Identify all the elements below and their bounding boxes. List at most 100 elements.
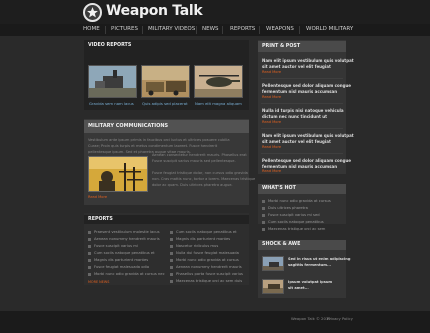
nav-separator — [142, 26, 143, 34]
body-text: non. Cras mattis nunc, tortor a lorem. M… — [152, 177, 256, 181]
nav-separator — [299, 26, 300, 34]
report-link[interactable]: Nulla dui fusce feugiat malesuada — [170, 251, 239, 255]
print-post-title: PRINT & POST — [258, 41, 346, 52]
report-link[interactable]: Maecenas tristique orci ac sem duis — [170, 279, 242, 283]
report-link[interactable]: Nascetur ridiculus mus — [170, 244, 218, 248]
post-title-link[interactable]: Nam elit ipsum vestibulum quis volutpat — [262, 133, 354, 138]
report-link[interactable]: Cum sociis natoque penatibus et — [88, 251, 155, 255]
whats-hot-title: WHAT'S HOT — [258, 184, 346, 194]
video-reports-title: VIDEO REPORTS — [84, 41, 249, 50]
post-title-link[interactable]: fermentum nisl mauris accumsan — [262, 89, 337, 94]
read-more-link[interactable]: Read More — [262, 145, 281, 149]
nav-military-videos[interactable]: MILITARY VIDEOS — [148, 26, 195, 32]
nav-separator — [259, 26, 260, 34]
nav-separator — [222, 26, 223, 34]
video-thumbnail[interactable] — [88, 65, 137, 98]
nav-world-military[interactable]: WORLD MILITARY — [306, 26, 353, 32]
report-link[interactable]: Aenean nonummy hendrerit mauris — [88, 237, 160, 241]
shock-title-link[interactable]: sit amet... — [288, 286, 309, 290]
bullet-icon — [262, 206, 265, 210]
post-title-link[interactable]: Nulla id turpis nisi natoque vehicula — [262, 108, 344, 113]
video-thumbnail[interactable] — [194, 65, 243, 98]
bullet-icon — [170, 230, 173, 234]
report-link[interactable]: Praesent vestibulum molestie lacus — [88, 230, 160, 234]
hot-item-link[interactable]: Maecenas tristique orci ac sem — [262, 227, 325, 231]
body-text: Curae; Proin quis turpis et metus condim… — [88, 144, 218, 148]
main-nav: HOME PICTURES MILITARY VIDEOS NEWS REPOR… — [0, 24, 430, 36]
report-link[interactable]: Magnis dis parturient montes — [88, 258, 148, 262]
report-link[interactable]: Phasellus porta fusce suscipit varius — [170, 272, 243, 276]
bullet-icon — [88, 244, 91, 248]
post-title-link[interactable]: dictum nec nunc tincidunt ut — [262, 114, 327, 119]
hot-item-link[interactable]: Morbi nunc odio gravida at cursus — [262, 199, 331, 203]
reports-title: REPORTS — [84, 215, 249, 224]
video-caption-link[interactable]: Nam elit magna aliquam — [195, 101, 242, 106]
divider — [261, 128, 343, 129]
bullet-icon — [88, 237, 91, 241]
nav-separator — [105, 26, 106, 34]
shock-title-link[interactable]: Ipsum volutpat ipsum — [288, 280, 332, 284]
site-logo-text[interactable]: Weapon Talk — [106, 3, 203, 19]
bullet-icon — [170, 279, 173, 283]
bullet-icon — [88, 230, 91, 234]
nav-news[interactable]: NEWS — [202, 26, 219, 32]
video-thumbnail[interactable] — [141, 65, 190, 98]
shock-awe-title: SHOCK & AWE — [258, 240, 346, 250]
divider — [261, 103, 343, 104]
bullet-icon — [170, 265, 173, 269]
video-caption-link[interactable]: Gravida sem nam lacus — [89, 101, 134, 106]
bullet-icon — [170, 258, 173, 262]
bullet-icon — [88, 258, 91, 262]
bullet-icon — [170, 272, 173, 276]
post-title-link[interactable]: sit amet auctor vel elit feugiat — [262, 64, 331, 69]
site-footer: Weapon Talk © 2010 Privacy Policy — [0, 311, 430, 333]
divider — [261, 78, 343, 79]
communications-image — [88, 156, 148, 192]
footer-copyright: Weapon Talk © 2010 — [291, 316, 331, 321]
bullet-icon — [170, 251, 173, 255]
nav-pictures[interactable]: PICTURES — [111, 26, 138, 32]
divider — [261, 153, 343, 154]
shock-title-link[interactable]: Sed in risus ut enim adipiscing — [288, 257, 350, 261]
report-link[interactable]: Magnis dis parturient montes — [170, 237, 230, 241]
video-caption-link[interactable]: Quis adipis sed placerat — [142, 101, 188, 106]
report-link[interactable]: Aenean nonummy hendrerit mauris — [170, 265, 242, 269]
star-logo-icon[interactable] — [83, 3, 102, 22]
read-more-link[interactable]: Read More — [88, 195, 107, 199]
bullet-icon — [88, 272, 91, 276]
report-link[interactable]: Cum sociis natoque penatibus et — [170, 230, 237, 234]
report-link[interactable]: Fusce feugiat malesuada odio — [88, 265, 149, 269]
post-title-link[interactable]: Pellentesque sed dolor aliquam congue — [262, 83, 351, 88]
hot-item-link[interactable]: Cum sociis natoque penatibus — [262, 220, 324, 224]
post-title-link[interactable]: Pellentesque sed dolor aliquam congue — [262, 158, 351, 163]
privacy-policy-link[interactable]: Privacy Policy — [327, 316, 353, 321]
nav-home[interactable]: HOME — [83, 26, 100, 32]
read-more-link[interactable]: Read More — [262, 70, 281, 74]
read-more-link[interactable]: Read More — [262, 120, 281, 124]
bullet-icon — [262, 199, 265, 203]
shock-thumbnail[interactable] — [262, 256, 284, 271]
body-text: Fusce feugiat tristique dolor, non cursu… — [152, 171, 248, 175]
read-more-link[interactable]: Read More — [262, 169, 281, 174]
report-link[interactable]: Fusce suscipit varius mi — [88, 244, 138, 248]
report-link[interactable]: Morbi nunc odio gravida at cursus nec — [88, 272, 165, 276]
bullet-icon — [170, 237, 173, 241]
shock-thumbnail[interactable] — [262, 279, 284, 294]
report-link[interactable]: Morbi nunc odio gravida at cursus — [170, 258, 239, 262]
bullet-icon — [88, 251, 91, 255]
hot-item-link[interactable]: Duis ultrices pharetra — [262, 206, 308, 210]
nav-separator — [196, 26, 197, 34]
military-communications-title: MILITARY COMMUNICATIONS — [84, 120, 249, 133]
hot-item-link[interactable]: Fusce suscipit varius mi sed — [262, 213, 320, 217]
bullet-icon — [262, 227, 265, 231]
post-title-link[interactable]: Nam elit ipsum vestibulum quis volutpat — [262, 58, 354, 63]
bullet-icon — [262, 220, 265, 224]
body-text: Aenean consectetur hendrerit mauris. Pha… — [152, 153, 247, 157]
nav-weapons[interactable]: WEAPONS — [266, 26, 294, 32]
shock-title-link[interactable]: sagittis fermentum... — [288, 263, 331, 267]
nav-reports[interactable]: REPORTS — [230, 26, 255, 32]
read-more-link[interactable]: Read More — [262, 95, 281, 99]
more-news-link[interactable]: MORE NEWS — [88, 280, 109, 284]
post-title-link[interactable]: sit amet auctor vel elit feugiat — [262, 139, 331, 144]
body-text: Fusce suscipit varius mauris sed pellent… — [152, 159, 236, 163]
